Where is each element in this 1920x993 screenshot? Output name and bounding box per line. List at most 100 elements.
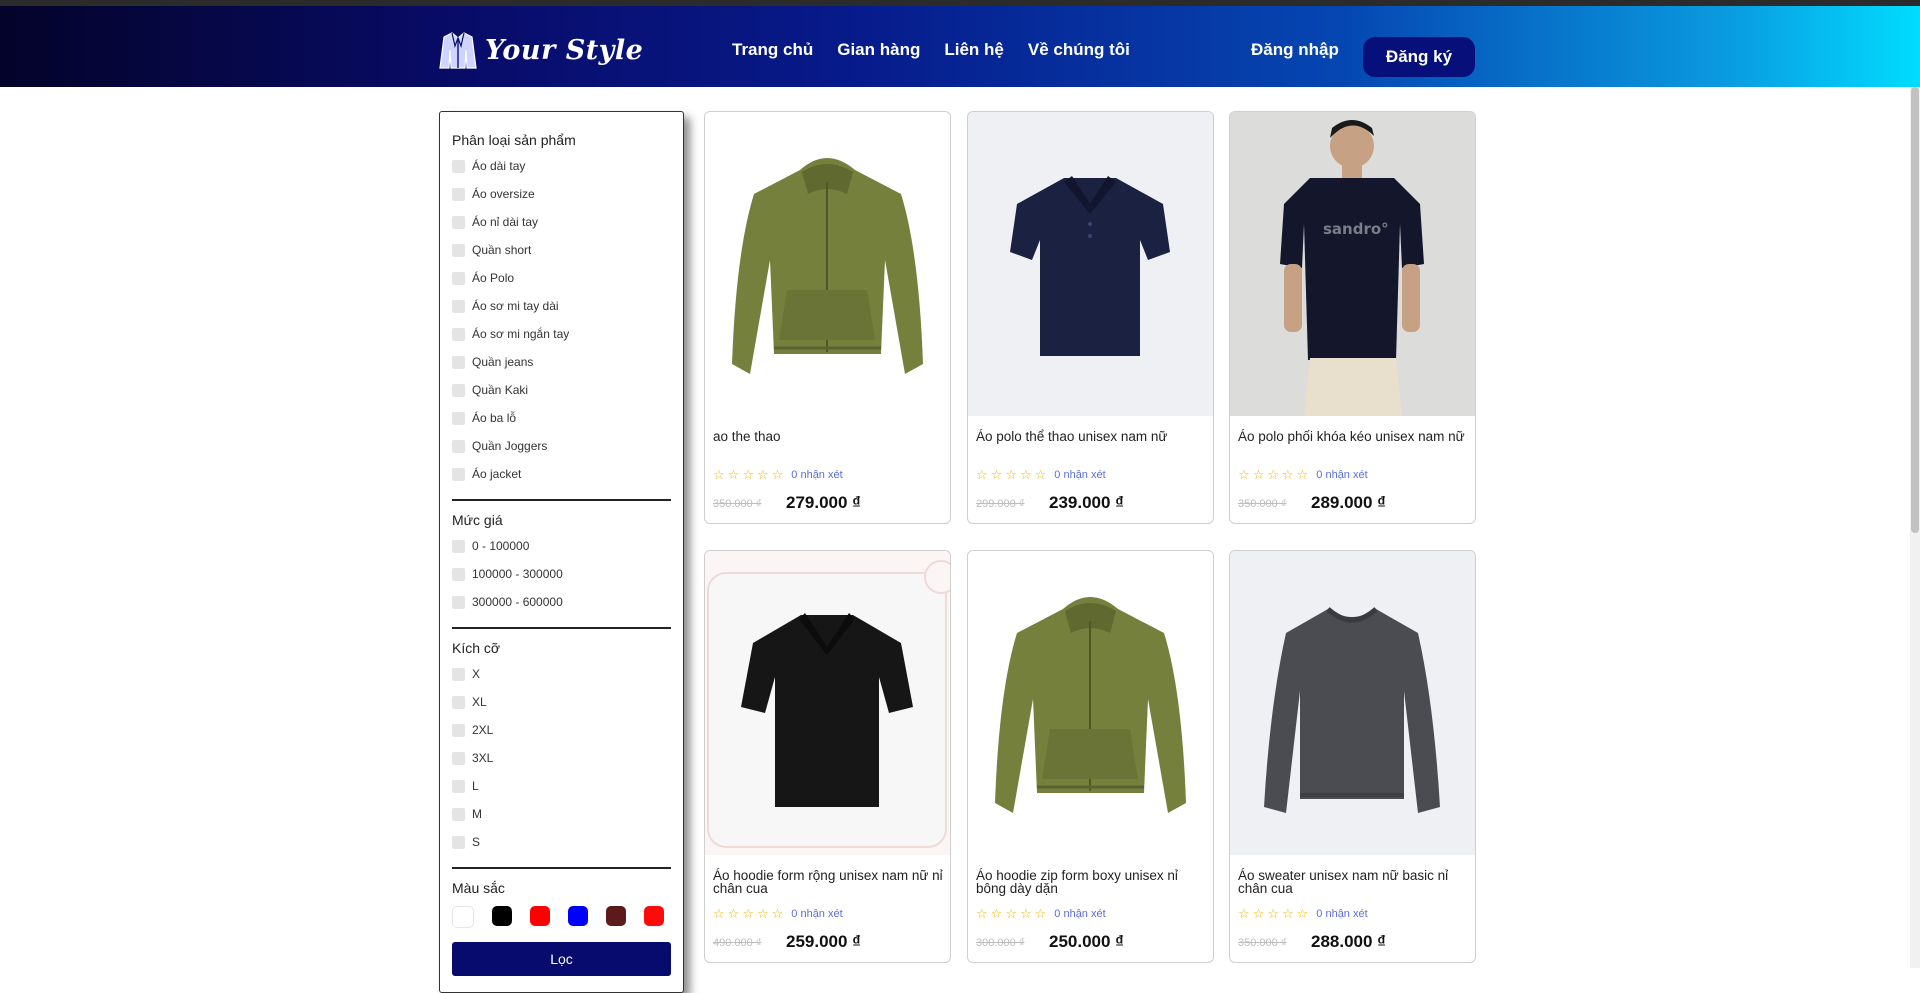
category-option[interactable]: Quần short xyxy=(452,236,670,264)
price-option[interactable]: 0 - 100000 xyxy=(452,532,670,560)
category-checkbox[interactable] xyxy=(452,299,465,313)
category-checkbox[interactable] xyxy=(452,439,465,453)
product-image[interactable] xyxy=(1230,551,1475,855)
star-icon: ☆ xyxy=(771,906,784,921)
color-filter: Màu sắc xyxy=(452,880,670,900)
size-option[interactable]: XL xyxy=(452,688,670,716)
category-option[interactable]: Áo sơ mi tay dài xyxy=(452,292,670,320)
review-count[interactable]: 0 nhận xét xyxy=(1054,469,1105,481)
category-option[interactable]: Áo oversize xyxy=(452,180,670,208)
size-option[interactable]: M xyxy=(452,800,670,828)
price-option[interactable]: 100000 - 300000 xyxy=(452,560,670,588)
size-checkbox[interactable] xyxy=(452,807,465,821)
color-swatch[interactable] xyxy=(452,906,474,928)
product-name[interactable]: Áo hoodie form rộng unisex nam nữ nỉ châ… xyxy=(713,869,945,896)
category-checkbox[interactable] xyxy=(452,187,465,201)
price-checkbox[interactable] xyxy=(452,567,465,581)
original-price: 299.000 ₫ xyxy=(976,498,1025,510)
size-checkbox[interactable] xyxy=(452,723,465,737)
price-checkbox[interactable] xyxy=(452,595,465,609)
nav-contact[interactable]: Liên hệ xyxy=(944,40,1004,60)
category-checkbox[interactable] xyxy=(452,243,465,257)
category-checkbox[interactable] xyxy=(452,411,465,425)
product-card[interactable]: ao the thao ☆ ☆ ☆ ☆ ☆ 0 nhận xét 350.000 ₫ 279.0… xyxy=(704,111,951,524)
category-checkbox[interactable] xyxy=(452,271,465,285)
size-option[interactable]: 2XL xyxy=(452,716,670,744)
color-swatch[interactable] xyxy=(492,906,512,926)
product-image[interactable] xyxy=(705,112,950,416)
page-scrollbar[interactable] xyxy=(1910,87,1920,968)
review-count[interactable]: 0 nhận xét xyxy=(791,908,842,920)
category-option[interactable]: Áo ba lỗ xyxy=(452,404,670,432)
size-option-label: S xyxy=(472,835,481,849)
color-filter-title: Màu sắc xyxy=(452,880,505,896)
sale-price: 289.000 ₫ xyxy=(1311,493,1386,512)
price-checkbox[interactable] xyxy=(452,539,465,553)
color-swatch[interactable] xyxy=(606,906,626,926)
product-name[interactable]: Áo polo phối khóa kéo unisex nam nữ xyxy=(1238,430,1470,444)
review-count[interactable]: 0 nhận xét xyxy=(791,469,842,481)
category-checkbox[interactable] xyxy=(452,383,465,397)
category-option[interactable]: Áo jacket xyxy=(452,460,670,488)
signup-button[interactable]: Đăng ký xyxy=(1363,37,1475,77)
size-checkbox[interactable] xyxy=(452,779,465,793)
category-option[interactable]: Áo nỉ dài tay xyxy=(452,208,670,236)
category-option[interactable]: Quần Joggers xyxy=(452,432,670,460)
review-count[interactable]: 0 nhận xét xyxy=(1316,469,1367,481)
category-checkbox[interactable] xyxy=(452,327,465,341)
product-card[interactable]: Áo hoodie form rộng unisex nam nữ nỉ châ… xyxy=(704,550,951,963)
product-name[interactable]: Áo hoodie zip form boxy unisex nỉ bông d… xyxy=(976,869,1208,896)
category-option-label: Áo sơ mi ngắn tay xyxy=(472,327,570,341)
brand-logo[interactable]: Your Style xyxy=(439,28,643,72)
star-icon: ☆ xyxy=(1296,467,1309,482)
product-image[interactable] xyxy=(968,551,1213,855)
star-icon: ☆ xyxy=(742,906,754,921)
product-card[interactable]: sandro° Áo polo phối khóa kéo unisex nam … xyxy=(1229,111,1476,524)
product-image[interactable]: sandro° xyxy=(1230,112,1475,416)
size-filter-title: Kích cỡ xyxy=(452,640,501,656)
size-checkbox[interactable] xyxy=(452,751,465,765)
product-card[interactable]: Áo polo thể thao unisex nam nữ ☆ ☆ ☆ ☆ ☆ 0 nhậ… xyxy=(967,111,1214,524)
product-image[interactable] xyxy=(968,112,1213,416)
size-option-label: XL xyxy=(472,695,487,709)
category-checkbox[interactable] xyxy=(452,467,465,481)
category-checkbox[interactable] xyxy=(452,159,465,173)
category-option[interactable]: Áo dài tay xyxy=(452,152,670,180)
price-option[interactable]: 300000 - 600000 xyxy=(452,588,670,616)
category-checkbox[interactable] xyxy=(452,215,465,229)
star-icon: ☆ xyxy=(1034,467,1047,482)
scrollbar-thumb[interactable] xyxy=(1911,87,1919,533)
size-checkbox[interactable] xyxy=(452,667,465,681)
product-name[interactable]: Áo polo thể thao unisex nam nữ xyxy=(976,430,1208,444)
product-card[interactable]: Áo hoodie zip form boxy unisex nỉ bông d… xyxy=(967,550,1214,963)
category-option[interactable]: Áo Polo xyxy=(452,264,670,292)
nav-home[interactable]: Trang chủ xyxy=(732,40,813,60)
star-icon: ☆ xyxy=(771,467,784,482)
category-option[interactable]: Áo sơ mi ngắn tay xyxy=(452,320,670,348)
login-link[interactable]: Đăng nhập xyxy=(1251,40,1339,60)
size-checkbox[interactable] xyxy=(452,695,465,709)
color-swatch[interactable] xyxy=(644,906,664,926)
category-option[interactable]: Quần jeans xyxy=(452,348,670,376)
review-count[interactable]: 0 nhận xét xyxy=(1316,908,1367,920)
category-checkbox[interactable] xyxy=(452,355,465,369)
size-option[interactable]: 3XL xyxy=(452,744,670,772)
nav-about[interactable]: Về chúng tôi xyxy=(1028,40,1130,60)
product-name[interactable]: ao the thao xyxy=(713,430,945,444)
nav-shop[interactable]: Gian hàng xyxy=(837,40,920,60)
size-option[interactable]: S xyxy=(452,828,670,856)
product-image[interactable] xyxy=(705,551,950,855)
size-checkbox[interactable] xyxy=(452,835,465,849)
size-option[interactable]: X xyxy=(452,660,670,688)
star-icon: ☆ xyxy=(1252,906,1265,921)
color-swatch[interactable] xyxy=(568,906,588,926)
size-option[interactable]: L xyxy=(452,772,670,800)
category-option[interactable]: Quần Kaki xyxy=(452,376,670,404)
filter-submit-button[interactable]: Lọc xyxy=(452,942,671,976)
sale-price: 279.000 ₫ xyxy=(786,493,861,512)
svg-text:sandro°: sandro° xyxy=(1323,220,1389,238)
color-swatch[interactable] xyxy=(530,906,550,926)
product-card[interactable]: Áo sweater unisex nam nữ basic nỉ chân c… xyxy=(1229,550,1476,963)
review-count[interactable]: 0 nhận xét xyxy=(1054,908,1105,920)
product-name[interactable]: Áo sweater unisex nam nữ basic nỉ chân c… xyxy=(1238,869,1470,896)
